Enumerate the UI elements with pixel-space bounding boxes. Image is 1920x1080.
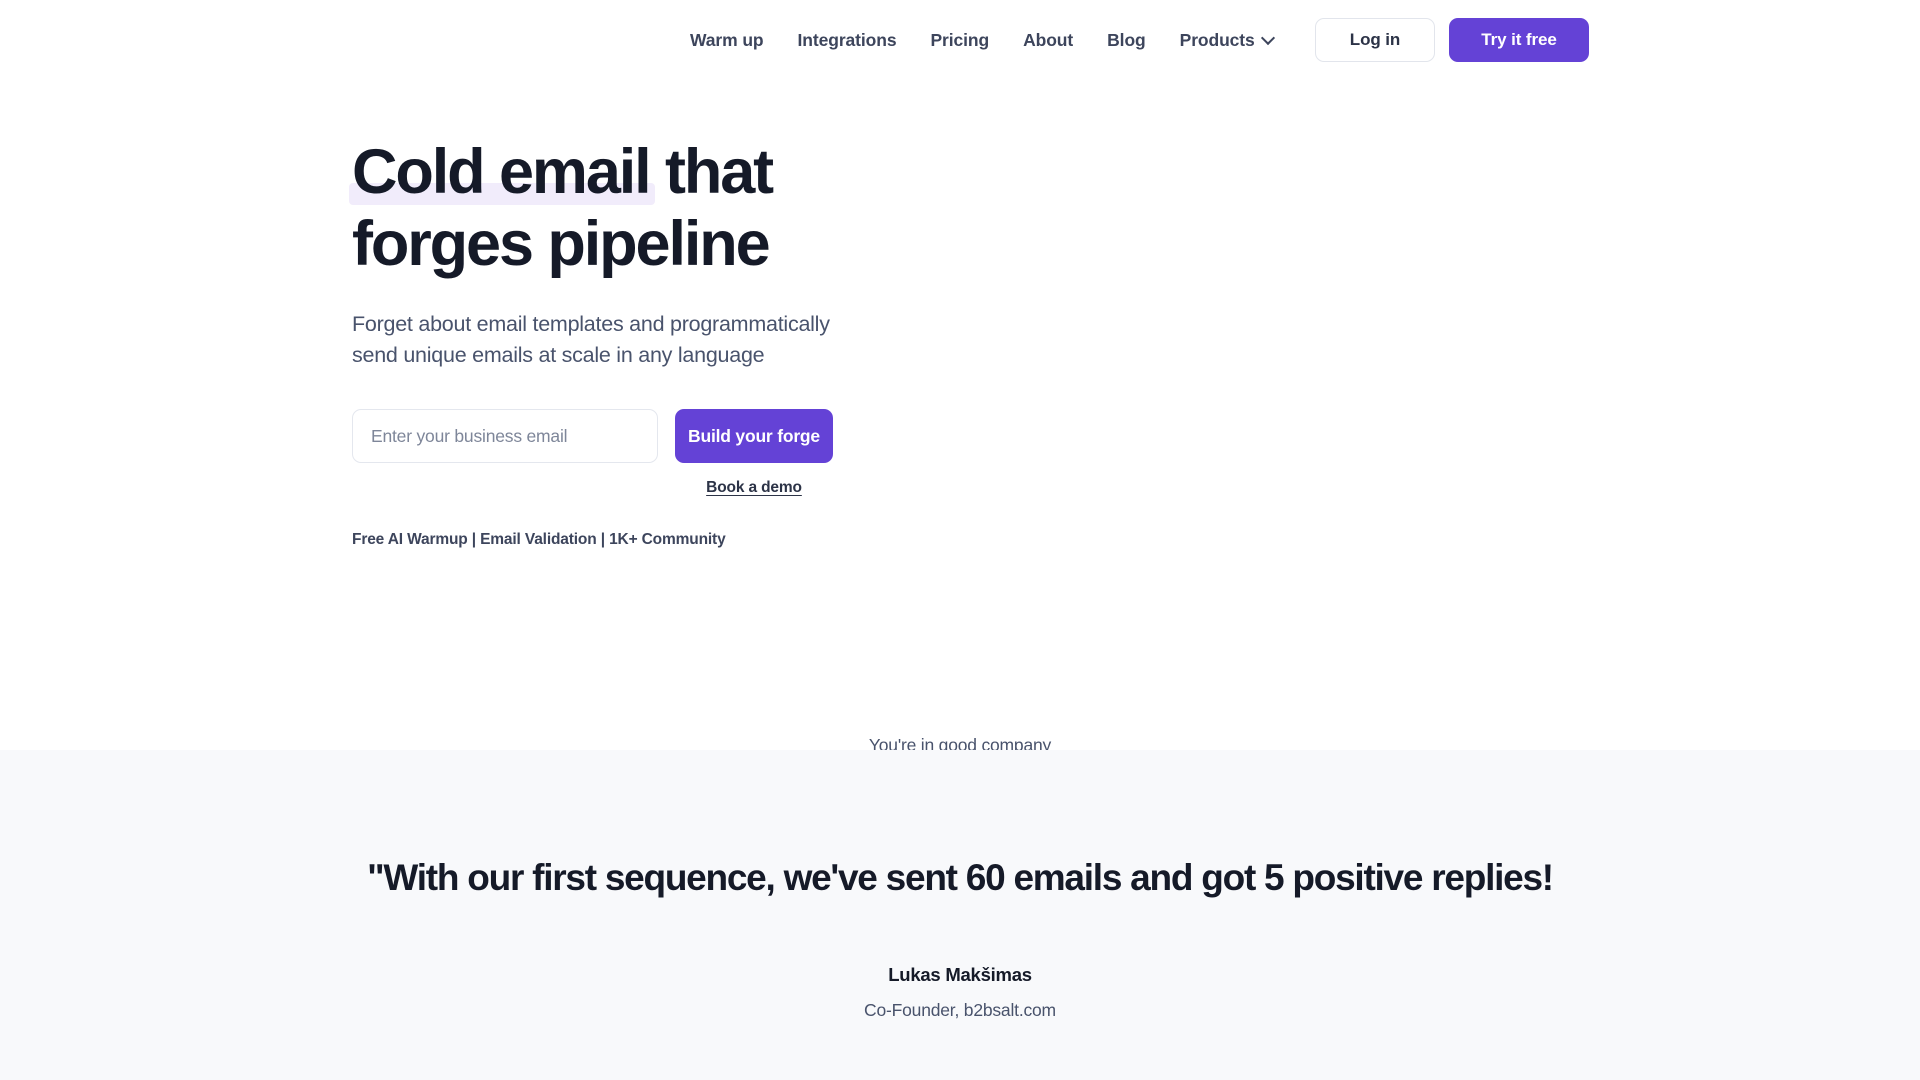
hero-feature-line: Free AI Warmup | Email Validation | 1K+ … xyxy=(352,531,726,548)
auth-buttons: Log in Try it free xyxy=(1315,0,1589,80)
nav-dropdown-products[interactable]: Products xyxy=(1180,30,1274,51)
hero-heading-highlight: Cold email xyxy=(349,137,655,207)
login-button[interactable]: Log in xyxy=(1315,18,1435,62)
testimonial-author-name: Lukas Makšimas xyxy=(888,964,1032,985)
business-email-input[interactable] xyxy=(352,409,658,463)
hero-heading-line2: forges pipeline xyxy=(352,209,771,279)
signup-form: Build your forge Book a demo xyxy=(352,409,1052,497)
nav-link-about[interactable]: About xyxy=(1023,30,1073,51)
chevron-down-icon xyxy=(1263,33,1274,44)
testimonial-quote: "With our first sequence, we've sent 60 … xyxy=(367,857,1554,898)
hero-content: Cold email that forges pipeline Forget a… xyxy=(349,136,1052,549)
cta-group: Build your forge Book a demo xyxy=(675,409,833,497)
build-your-forge-button[interactable]: Build your forge xyxy=(675,409,833,463)
primary-navigation: Warm up Integrations Pricing About Blog … xyxy=(690,0,1274,80)
testimonial-author-role: Co-Founder, b2bsalt.com xyxy=(864,1000,1056,1020)
hero-heading-line1-rest: that xyxy=(649,137,774,207)
landing-page: Warm up Integrations Pricing About Blog … xyxy=(0,0,1920,1080)
hero-heading: Cold email that forges pipeline xyxy=(349,136,1052,280)
nav-link-warm-up[interactable]: Warm up xyxy=(690,30,764,51)
book-a-demo-link[interactable]: Book a demo xyxy=(706,479,802,497)
site-header: Warm up Integrations Pricing About Blog … xyxy=(0,0,1920,80)
nav-link-integrations[interactable]: Integrations xyxy=(798,30,897,51)
testimonial-section: "With our first sequence, we've sent 60 … xyxy=(0,750,1920,1080)
nav-link-blog[interactable]: Blog xyxy=(1107,30,1146,51)
nav-products-label: Products xyxy=(1179,29,1255,50)
nav-link-pricing[interactable]: Pricing xyxy=(930,30,989,51)
hero-subtitle: Forget about email templates and program… xyxy=(352,312,830,367)
try-it-free-button[interactable]: Try it free xyxy=(1449,18,1589,62)
hero-section: Cold email that forges pipeline Forget a… xyxy=(0,80,1920,755)
